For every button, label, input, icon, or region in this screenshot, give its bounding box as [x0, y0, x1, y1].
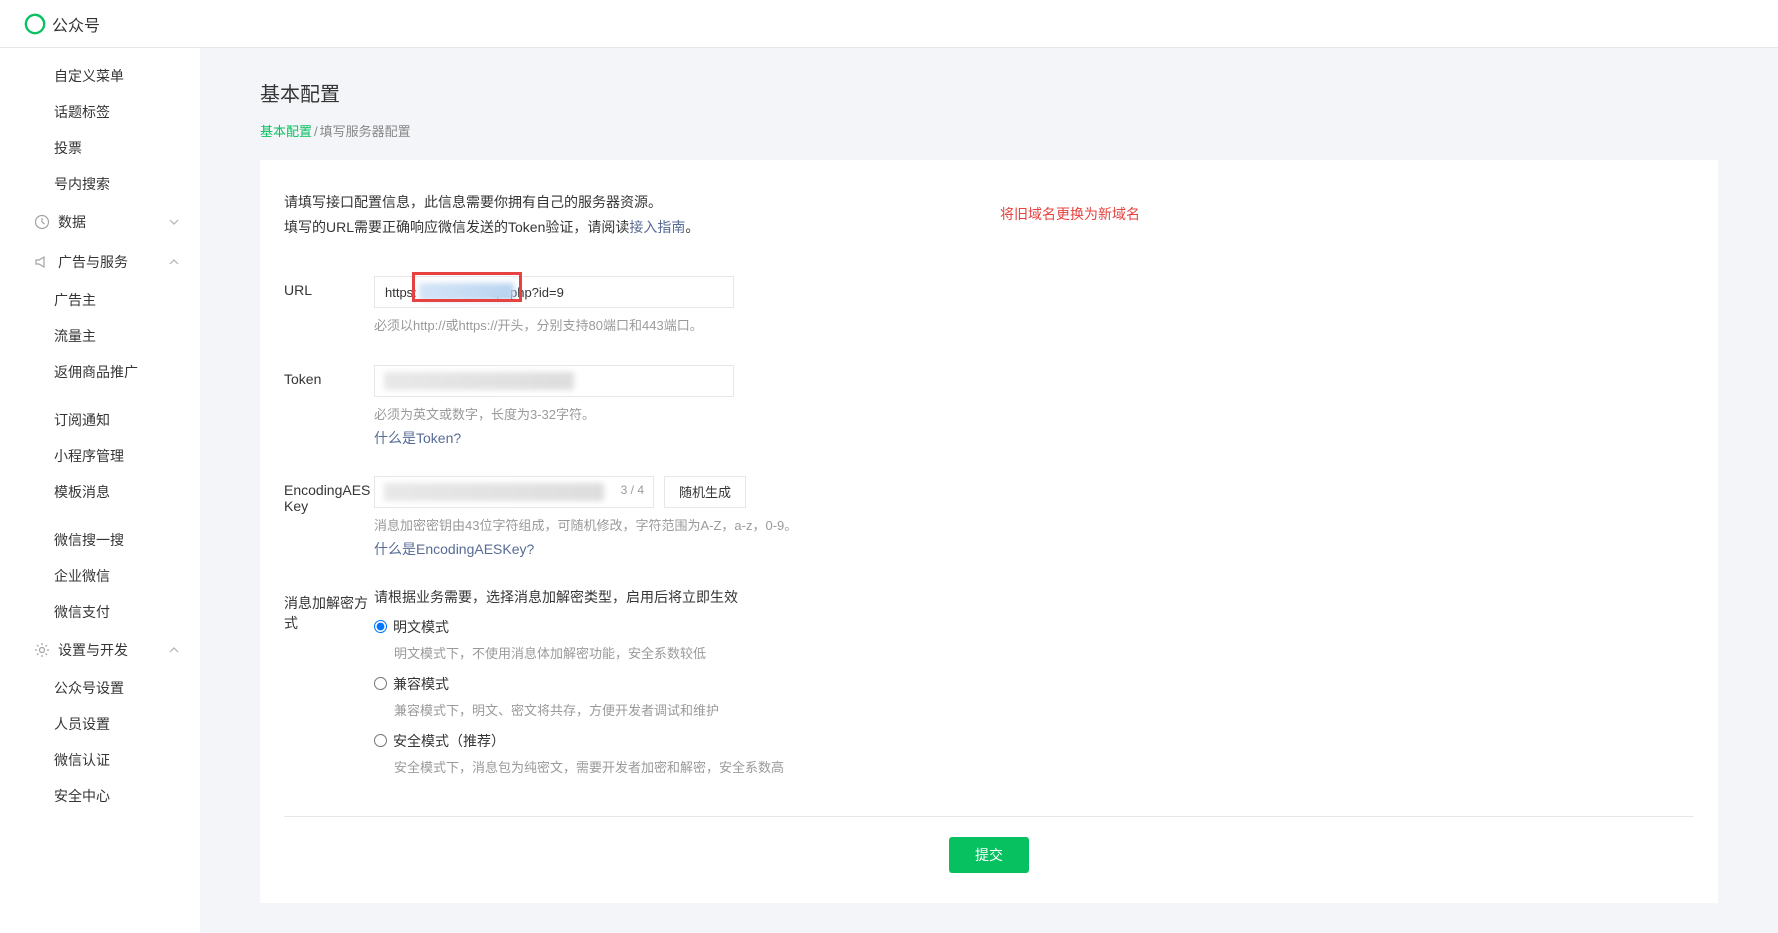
page-title: 基本配置: [260, 78, 1718, 107]
breadcrumb-current: 填写服务器配置: [320, 124, 411, 139]
form-row-aeskey: EncodingAESKey 3 / 4 随机生成 消息加密密钥由43位字符组成…: [284, 476, 1694, 559]
mode-radio-compat[interactable]: 兼容模式: [374, 674, 1694, 694]
intro-line-1: 请填写接口配置信息，此信息需要你拥有自己的服务器资源。: [284, 190, 1694, 215]
sidebar-item-advertiser[interactable]: 广告主: [0, 282, 200, 318]
sidebar-item-topic-tags[interactable]: 话题标签: [0, 94, 200, 130]
megaphone-icon: [34, 254, 50, 270]
sidebar-item-staff[interactable]: 人员设置: [0, 706, 200, 742]
brand-logo[interactable]: 公众号: [24, 12, 100, 36]
sidebar-item-subscribe[interactable]: 订阅通知: [0, 402, 200, 438]
mode-radio-secure[interactable]: 安全模式（推荐）: [374, 731, 1694, 751]
brand-name: 公众号: [52, 12, 100, 36]
gear-icon: [34, 642, 50, 658]
sidebar-item-wxwork[interactable]: 企业微信: [0, 558, 200, 594]
token-help-link[interactable]: 什么是Token?: [374, 428, 461, 448]
sidebar-item-miniprogram[interactable]: 小程序管理: [0, 438, 200, 474]
sidebar-group-ads[interactable]: 广告与服务: [0, 242, 200, 282]
mode-intro: 请根据业务需要，选择消息加解密类型，启用后将立即生效: [374, 587, 1694, 607]
mode-label: 消息加解密方式: [284, 587, 374, 788]
sidebar-group-data[interactable]: 数据: [0, 202, 200, 242]
aes-label: EncodingAESKey: [284, 476, 374, 559]
token-hint: 必须为英文或数字，长度为3-32字符。: [374, 405, 1694, 426]
url-hint: 必须以http://或https://开头，分别支持80端口和443端口。: [374, 316, 1694, 337]
breadcrumb: 基本配置/填写服务器配置: [260, 121, 1718, 140]
chevron-up-icon: [168, 256, 180, 268]
sidebar-item-account-settings[interactable]: 公众号设置: [0, 670, 200, 706]
config-panel: 请填写接口配置信息，此信息需要你拥有自己的服务器资源。 填写的URL需要正确响应…: [260, 160, 1718, 903]
sidebar-group-settings[interactable]: 设置与开发: [0, 630, 200, 670]
sidebar-item-wxpay[interactable]: 微信支付: [0, 594, 200, 630]
mode-radio-plain[interactable]: 明文模式: [374, 617, 1694, 637]
random-generate-button[interactable]: 随机生成: [664, 476, 746, 508]
sidebar-item-wxsearch[interactable]: 微信搜一搜: [0, 522, 200, 558]
token-label: Token: [284, 365, 374, 448]
sidebar-item-verify[interactable]: 微信认证: [0, 742, 200, 778]
chevron-up-icon: [168, 644, 180, 656]
submit-button[interactable]: 提交: [949, 837, 1029, 873]
aes-hint: 消息加密密钥由43位字符组成，可随机修改，字符范围为A-Z，a-z，0-9。: [374, 516, 1694, 537]
url-label: URL: [284, 276, 374, 337]
mode-desc-plain: 明文模式下，不使用消息体加解密功能，安全系数较低: [394, 643, 1694, 662]
form-row-url: URL 必须以http://或https://开头，分别支持80端口和443端口…: [284, 276, 1694, 337]
main-content: 基本配置 基本配置/填写服务器配置 请填写接口配置信息，此信息需要你拥有自己的服…: [200, 48, 1778, 933]
breadcrumb-root[interactable]: 基本配置: [260, 124, 312, 139]
sidebar-item-search[interactable]: 号内搜索: [0, 166, 200, 202]
aes-counter: 3 / 4: [621, 483, 644, 497]
form-row-token: Token 必须为英文或数字，长度为3-32字符。 什么是Token?: [284, 365, 1694, 448]
divider: [284, 816, 1694, 817]
aes-help-link[interactable]: 什么是EncodingAESKey?: [374, 539, 534, 559]
sidebar-item-security[interactable]: 安全中心: [0, 778, 200, 814]
sidebar-item-custom-menu[interactable]: 自定义菜单: [0, 58, 200, 94]
sidebar-item-traffic[interactable]: 流量主: [0, 318, 200, 354]
form-row-mode: 消息加解密方式 请根据业务需要，选择消息加解密类型，启用后将立即生效 明文模式 …: [284, 587, 1694, 788]
chevron-down-icon: [168, 216, 180, 228]
wechat-logo-icon: [24, 13, 46, 35]
annotation-note: 将旧域名更换为新域名: [1000, 204, 1140, 224]
sidebar-item-template[interactable]: 模板消息: [0, 474, 200, 510]
mode-desc-secure: 安全模式下，消息包为纯密文，需要开发者加密和解密，安全系数高: [394, 757, 1694, 776]
app-header: 公众号: [0, 0, 1778, 48]
intro-line-2: 填写的URL需要正确响应微信发送的Token验证，请阅读接入指南。: [284, 215, 1694, 240]
sidebar-item-vote[interactable]: 投票: [0, 130, 200, 166]
mode-desc-compat: 兼容模式下，明文、密文将共存，方便开发者调试和维护: [394, 700, 1694, 719]
sidebar-item-rebate[interactable]: 返佣商品推广: [0, 354, 200, 390]
sidebar: 自定义菜单 话题标签 投票 号内搜索 数据 广告与服务 广告主 流量主 返佣商品…: [0, 48, 200, 933]
guide-link[interactable]: 接入指南: [629, 219, 685, 235]
clock-icon: [34, 214, 50, 230]
